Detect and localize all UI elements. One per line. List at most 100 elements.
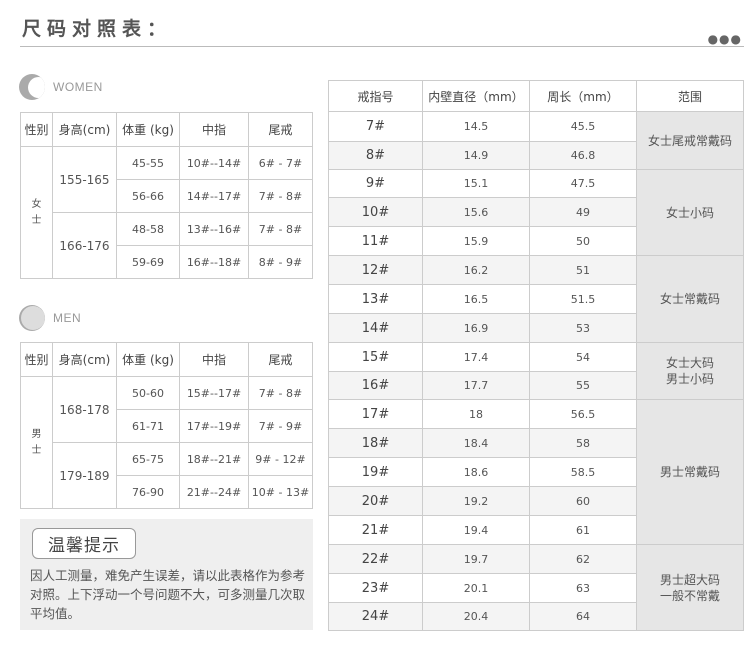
ring-size-cell: 20# bbox=[328, 486, 423, 516]
circumference-cell: 61 bbox=[529, 515, 637, 545]
pinky-cell: 9# - 12# bbox=[248, 442, 313, 476]
diameter-cell: 14.9 bbox=[422, 141, 530, 170]
table-row: 166-176 48-58 13#--16# 7# - 8# bbox=[21, 212, 313, 279]
gender-label: 女士 bbox=[31, 198, 42, 226]
ring-size-cell: 24# bbox=[328, 602, 423, 631]
weight-cell: 59-69 bbox=[116, 245, 180, 279]
pinky-cell: 7# - 8# bbox=[248, 179, 313, 213]
table-row: 7# 14.5 45.5 女士尾戒常戴码 bbox=[328, 111, 744, 170]
weight-cell: 48-58 bbox=[116, 212, 180, 246]
diameter-cell: 18 bbox=[422, 399, 530, 429]
table-row: 女士 155-165 45-55 10#--14# 6# - 7# bbox=[20, 146, 313, 279]
women-heading: WOMEN bbox=[53, 80, 103, 94]
circumference-cell: 55 bbox=[529, 371, 637, 400]
diameter-cell: 18.6 bbox=[422, 457, 530, 487]
table-header-row: 性别 身高(cm) 体重 (kg) 中指 尾戒 bbox=[20, 112, 313, 147]
weight-cell: 76-90 bbox=[116, 475, 180, 509]
table-row: 17# 18 56.5 男士常戴码 bbox=[328, 399, 744, 545]
diameter-cell: 18.4 bbox=[422, 428, 530, 458]
pinky-cell: 8# - 9# bbox=[248, 245, 313, 279]
table-row: 男士 168-178 50-60 15#--17# 7# - 8# bbox=[20, 376, 313, 509]
col-weight: 体重 (kg) bbox=[116, 112, 180, 147]
ring-size-cell: 10# bbox=[328, 197, 423, 227]
circle-icon bbox=[19, 305, 45, 331]
col-height: 身高(cm) bbox=[52, 342, 117, 377]
diameter-cell: 15.6 bbox=[422, 197, 530, 227]
pinky-cell: 7# - 8# bbox=[248, 376, 313, 410]
diameter-cell: 17.4 bbox=[422, 342, 530, 372]
middle-finger-cell: 17#--19# bbox=[179, 409, 249, 443]
ring-size-cell: 23# bbox=[328, 573, 423, 603]
title-divider bbox=[20, 46, 744, 47]
table-header-row: 性别 身高(cm) 体重 (kg) 中指 尾戒 bbox=[20, 342, 313, 377]
height-cell: 155-165 bbox=[52, 146, 117, 213]
circumference-cell: 63 bbox=[529, 573, 637, 603]
ring-size-cell: 12# bbox=[328, 255, 423, 285]
gender-cell: 男士 bbox=[20, 376, 53, 509]
table-row: 9# 15.1 47.5 女士小码 bbox=[328, 169, 744, 256]
circumference-cell: 54 bbox=[529, 342, 637, 372]
pinky-cell: 7# - 8# bbox=[248, 212, 313, 246]
diameter-cell: 16.2 bbox=[422, 255, 530, 285]
ring-size-cell: 15# bbox=[328, 342, 423, 372]
circumference-cell: 45.5 bbox=[529, 111, 637, 142]
table-row: 22# 19.7 62 男士超大码 一般不常戴 bbox=[328, 544, 744, 631]
col-gender: 性别 bbox=[20, 112, 53, 147]
ring-size-cell: 18# bbox=[328, 428, 423, 458]
tip-title-badge: 温馨提示 bbox=[32, 528, 136, 559]
circumference-cell: 47.5 bbox=[529, 169, 637, 198]
circumference-cell: 64 bbox=[529, 602, 637, 631]
gender-label: 男士 bbox=[31, 428, 42, 456]
ring-size-cell: 16# bbox=[328, 371, 423, 400]
men-heading: MEN bbox=[53, 311, 82, 325]
middle-finger-cell: 18#--21# bbox=[179, 442, 249, 476]
range-cell: 女士常戴码 bbox=[636, 255, 744, 343]
diameter-cell: 16.5 bbox=[422, 284, 530, 314]
col-middle-finger: 中指 bbox=[179, 342, 249, 377]
circumference-cell: 53 bbox=[529, 313, 637, 343]
table-row: 179-189 65-75 18#--21# 9# - 12# bbox=[21, 442, 313, 509]
men-size-table: 性别 身高(cm) 体重 (kg) 中指 尾戒 男士 168-178 50-60… bbox=[20, 342, 313, 509]
ring-size-cell: 14# bbox=[328, 313, 423, 343]
circumference-cell: 49 bbox=[529, 197, 637, 227]
diameter-cell: 14.5 bbox=[422, 111, 530, 142]
circumference-cell: 51 bbox=[529, 255, 637, 285]
circumference-cell: 50 bbox=[529, 226, 637, 256]
col-inner-diameter: 内壁直径（mm） bbox=[422, 80, 530, 112]
ring-size-cell: 13# bbox=[328, 284, 423, 314]
col-weight: 体重 (kg) bbox=[116, 342, 180, 377]
ring-size-cell: 19# bbox=[328, 457, 423, 487]
diameter-cell: 16.9 bbox=[422, 313, 530, 343]
col-pinky: 尾戒 bbox=[248, 342, 313, 377]
diameter-cell: 20.4 bbox=[422, 602, 530, 631]
ring-size-cell: 9# bbox=[328, 169, 423, 198]
col-circumference: 周长（mm） bbox=[529, 80, 637, 112]
middle-finger-cell: 13#--16# bbox=[179, 212, 249, 246]
tip-text: 因人工测量，难免产生误差，请以此表格作为参考对照。上下浮动一个号问题不大，可多测… bbox=[30, 568, 306, 621]
range-cell: 女士小码 bbox=[636, 169, 744, 256]
ring-size-cell: 8# bbox=[328, 141, 423, 170]
tip-box: 温馨提示 因人工测量，难免产生误差，请以此表格作为参考对照。上下浮动一个号问题不… bbox=[20, 519, 313, 630]
gender-cell: 女士 bbox=[20, 146, 53, 279]
table-row: 12# 16.2 51 女士常戴码 bbox=[328, 255, 744, 343]
range-cell: 男士超大码 一般不常戴 bbox=[636, 544, 744, 631]
middle-finger-cell: 15#--17# bbox=[179, 376, 249, 410]
circumference-cell: 62 bbox=[529, 544, 637, 574]
page-title: 尺码对照表： bbox=[22, 18, 173, 40]
circumference-cell: 56.5 bbox=[529, 399, 637, 429]
pinky-cell: 10# - 13# bbox=[248, 475, 313, 509]
middle-finger-cell: 10#--14# bbox=[179, 146, 249, 180]
weight-cell: 50-60 bbox=[116, 376, 180, 410]
dots-icon: ●●● bbox=[707, 32, 742, 46]
circumference-cell: 60 bbox=[529, 486, 637, 516]
col-pinky: 尾戒 bbox=[248, 112, 313, 147]
height-cell: 166-176 bbox=[52, 212, 117, 279]
col-gender: 性别 bbox=[20, 342, 53, 377]
diameter-cell: 15.9 bbox=[422, 226, 530, 256]
weight-cell: 65-75 bbox=[116, 442, 180, 476]
crescent-moon-icon bbox=[19, 74, 45, 100]
weight-cell: 56-66 bbox=[116, 179, 180, 213]
ring-size-cell: 7# bbox=[328, 111, 423, 142]
circumference-cell: 46.8 bbox=[529, 141, 637, 170]
diameter-cell: 20.1 bbox=[422, 573, 530, 603]
